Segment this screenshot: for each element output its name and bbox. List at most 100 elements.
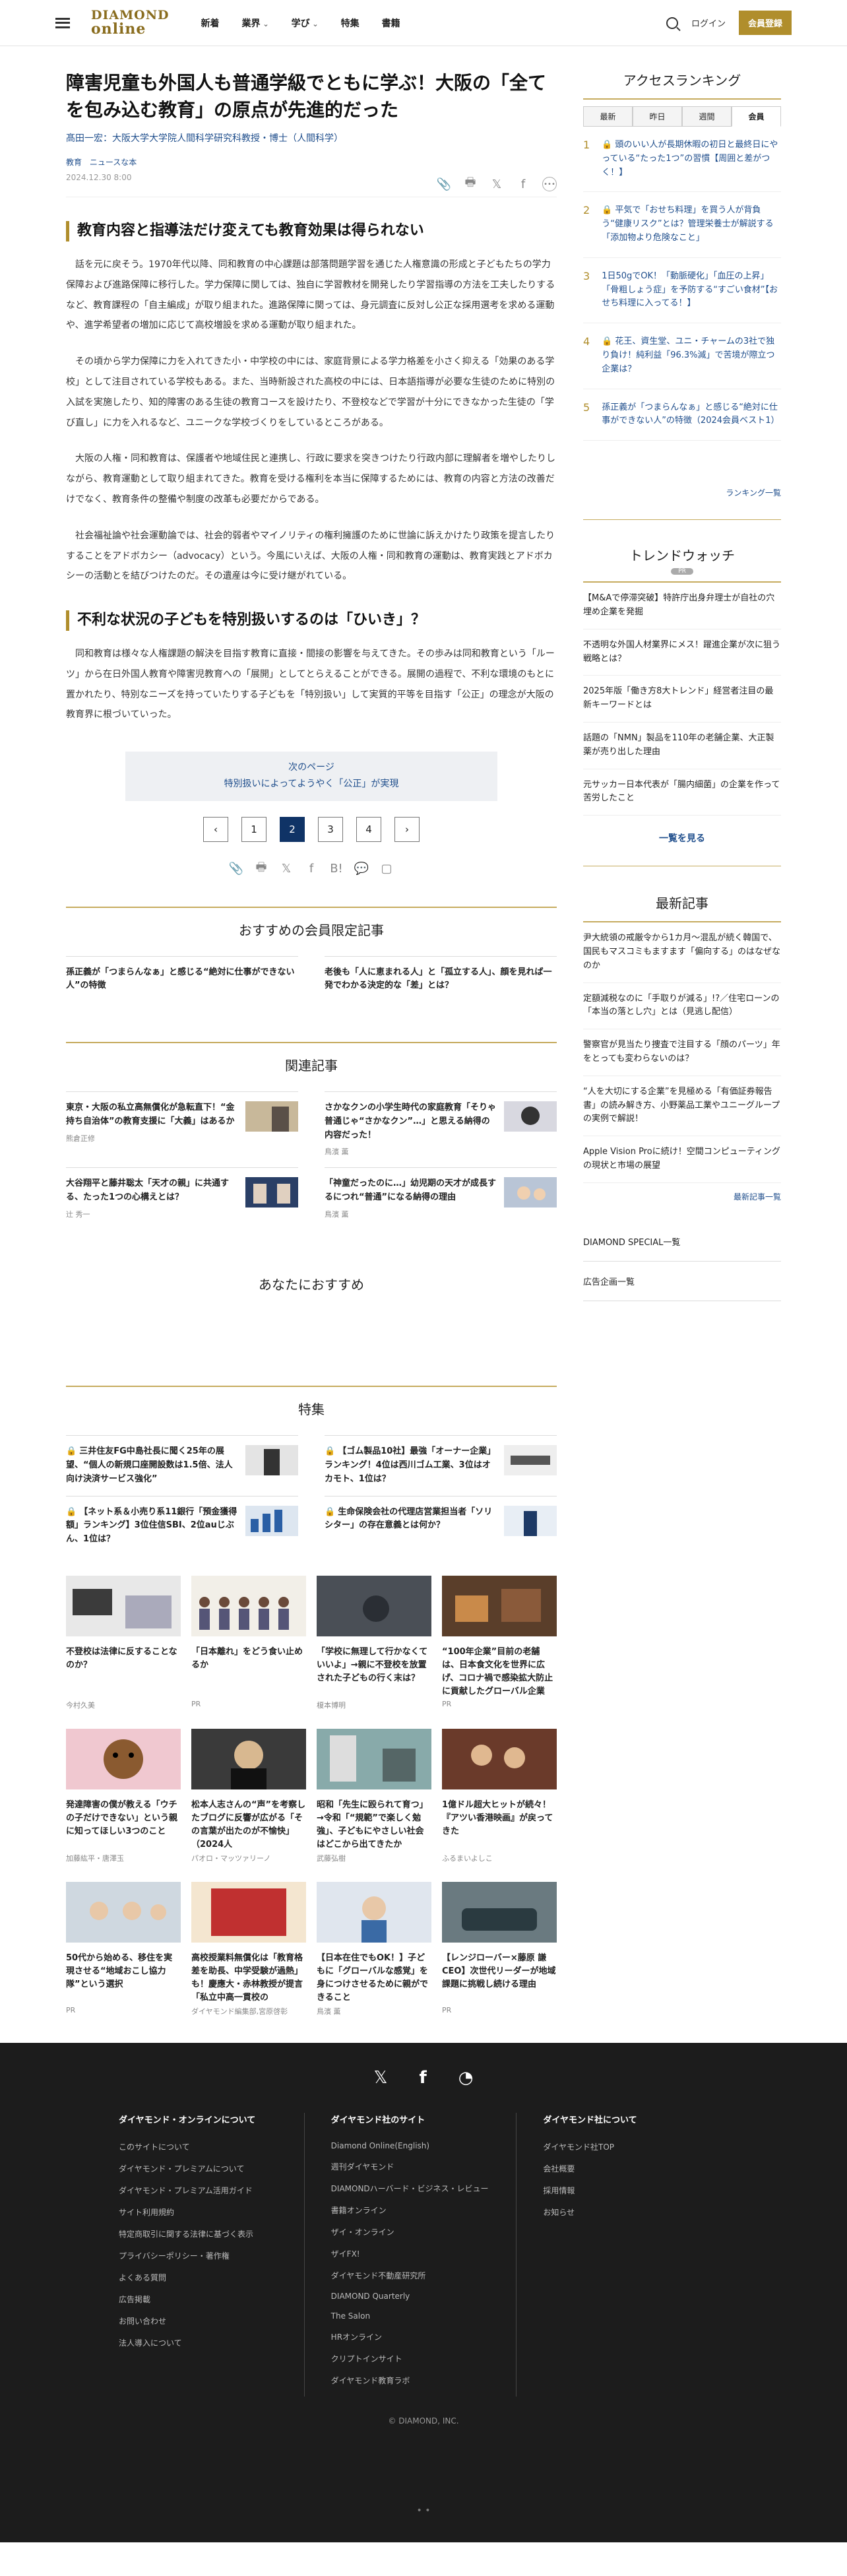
ranking-item[interactable]: 3 1日50gでOK！「動脈硬化」「血圧の上昇」「骨粗しょう症」を予防する“すごい… — [583, 258, 781, 324]
print-icon[interactable]: 🖶 — [463, 176, 478, 191]
list-item[interactable]: 尹大統領の戒厳令から1カ月〜混乱が続く韓国で、国民もマスコミもますます「偏向する… — [583, 922, 781, 983]
list-item[interactable]: 【ゴム製品10社】最強「オーナー企業」ランキング！4位は西川ゴム工業、3位はオカ… — [325, 1435, 557, 1495]
rss-icon[interactable]: ◔ — [458, 2068, 474, 2088]
more-share-icon[interactable]: ••• — [542, 177, 557, 192]
article-card[interactable]: 発達障害の僕が教える「ウチの子だけできない」という親に知ってほしい3つのこと 加藤… — [66, 1729, 181, 1863]
tab-latest[interactable]: 最新 — [583, 106, 633, 127]
ranking-item[interactable]: 5 孫正義が「つまらんなぁ」と感じる“絶対に仕事ができない人”の特徴（2024会員… — [583, 389, 781, 441]
facebook-share-icon[interactable]: f — [304, 862, 319, 876]
x-share-icon[interactable]: 𝕏 — [489, 177, 504, 191]
ranking-item[interactable]: 4 花王、資生堂、ユニ・チャームの3社で独り負け！純利益「96.3%減」で苦境が際… — [583, 323, 781, 389]
article-card[interactable]: 「学校に無理して行かなくていいよ」→親に不登校を放置された子どもの行く末は？ 榎本… — [317, 1576, 431, 1710]
footer-link[interactable]: ザイ・オンライン — [331, 2226, 517, 2238]
special-list-link[interactable]: DIAMOND SPECIAL一覧 — [583, 1222, 781, 1262]
nav-books[interactable]: 書籍 — [382, 16, 400, 30]
list-item[interactable]: 孫正義が「つまらんなぁ」と感じる“絶対に仕事ができない人”の特徴 — [66, 955, 298, 1003]
footer-link[interactable]: DIAMONDハーバード・ビジネス・レビュー — [331, 2183, 517, 2194]
x-icon[interactable]: 𝕏 — [374, 2068, 388, 2088]
trend-more-link[interactable]: 一覧を見る — [583, 831, 781, 867]
page-2-current[interactable]: 2 — [280, 816, 305, 842]
prev-page-icon[interactable]: ‹ — [203, 816, 228, 842]
list-item[interactable]: 警察官が見当たり捜査で注目する「顔のパーツ」年をとっても変わらないのは？ — [583, 1029, 781, 1076]
page-1[interactable]: 1 — [241, 816, 267, 842]
tag-education[interactable]: 教育 — [66, 158, 82, 167]
nav-industry[interactable]: 業界 — [242, 16, 269, 30]
list-item[interactable]: 元サッカー日本代表が「腸内細菌」の企業を作って苦労したこと — [583, 769, 781, 816]
pocket-icon[interactable]: ▢ — [379, 862, 394, 876]
footer-link[interactable]: ダイヤモンド・プレミアムについて — [119, 2163, 304, 2174]
list-item[interactable]: 東京・大阪の私立高無償化が急転直下！“金持ち自治体”の教育支援に「大義」はあるか… — [66, 1091, 298, 1167]
tag-news-book[interactable]: ニュースな本 — [90, 158, 137, 167]
footer-link[interactable]: クリプトインサイト — [331, 2353, 517, 2364]
next-page-box[interactable]: 次のページ 特別扱いによってようやく「公正」が実現 — [125, 752, 497, 801]
list-item[interactable]: 老後も「人に恵まれる人」と「孤立する人」、顔を見れば一発でわかる決定的な「差」と… — [325, 955, 557, 1003]
footer-link[interactable]: ダイヤモンド・プレミアム活用ガイド — [119, 2185, 304, 2196]
facebook-share-icon[interactable]: f — [516, 177, 530, 191]
nav-special[interactable]: 特集 — [341, 16, 360, 30]
nav-learning[interactable]: 学び — [292, 16, 319, 30]
list-item[interactable]: 大谷翔平と藤井聡太「天才の親」に共通する、たった1つの心構えとは？ 辻 秀一 — [66, 1167, 298, 1229]
clip-icon[interactable]: 📎 — [437, 177, 451, 191]
footer-link[interactable]: 書籍オンライン — [331, 2205, 517, 2216]
menu-icon[interactable] — [55, 17, 70, 28]
footer-link[interactable]: ダイヤモンド社TOP — [543, 2141, 728, 2152]
footer-link[interactable]: プライバシーポリシー・著作権 — [119, 2250, 304, 2261]
article-card[interactable]: 不登校は法律に反することなのか？ 今村久美 — [66, 1576, 181, 1710]
article-card[interactable]: 「日本離れ」をどう食い止めるか PR — [191, 1576, 306, 1710]
ad-list-link[interactable]: 広告企画一覧 — [583, 1262, 781, 1301]
list-item[interactable]: 生命保険会社の代理店営業担当者「ソリシター」の存在意義とは何か？ — [325, 1495, 557, 1556]
footer-link[interactable]: The Salon — [331, 2311, 517, 2321]
list-item[interactable]: 【M&Aで停滞突破】特許庁出身弁理士が自社の穴埋め企業を発掘 — [583, 583, 781, 629]
list-item[interactable]: 話題の「NMN」製品を110年の老舗企業、大正製薬が売り出した理由 — [583, 723, 781, 769]
page-4[interactable]: 4 — [356, 816, 381, 842]
footer-link[interactable]: 会社概要 — [543, 2163, 728, 2174]
ranking-item[interactable]: 2 平気で「おせち料理」を買う人が背負う“健康リスク”とは？管理栄養士が解説する「… — [583, 192, 781, 258]
latest-more-link[interactable]: 最新記事一覧 — [583, 1191, 781, 1202]
footer-link[interactable]: サイト利用規約 — [119, 2206, 304, 2218]
footer-link[interactable]: ザイFX! — [331, 2248, 517, 2259]
article-author[interactable]: 髙田一宏：大阪大学大学院人間科学研究科教授・博士（人間科学） — [66, 131, 557, 145]
footer-link[interactable]: 採用情報 — [543, 2185, 728, 2196]
article-card[interactable]: 高校授業料無償化は「教育格差を助長、中学受験が過熱」も！慶應大・赤林教授が提言「… — [191, 1882, 306, 2016]
search-icon[interactable] — [666, 16, 678, 29]
facebook-icon[interactable]: f — [419, 2068, 426, 2088]
footer-link[interactable]: Diamond Online(English) — [331, 2141, 517, 2150]
footer-link[interactable]: このサイトについて — [119, 2141, 304, 2152]
footer-link[interactable]: 週刊ダイヤモンド — [331, 2161, 517, 2172]
article-card[interactable]: 松本人志さんの“声”を考察したブログに反響が広がる「その言葉が出たのが不愉快」（… — [191, 1729, 306, 1863]
list-item[interactable]: 定額減税なのに「手取りが減る」!?／住宅ローンの「本当の落とし穴」とは（見逃し配… — [583, 983, 781, 1030]
login-link[interactable]: ログイン — [691, 16, 726, 29]
join-button[interactable]: 会員登録 — [738, 11, 792, 35]
footer-link[interactable]: HRオンライン — [331, 2331, 517, 2342]
tab-yesterday[interactable]: 昨日 — [633, 106, 682, 127]
tab-weekly[interactable]: 週間 — [682, 106, 732, 127]
hatena-icon[interactable]: B! — [329, 862, 344, 876]
article-card[interactable]: 昭和「先生に殴られて育つ」→令和「“規範”で楽しく勉強」、子どもにやさしい社会は… — [317, 1729, 431, 1863]
list-item[interactable]: Apple Vision Proに続け！空間コンピューティングの現状と市場の展望 — [583, 1136, 781, 1183]
list-item[interactable]: 三井住友FG中島社長に聞く25年の展望、“個人の新規口座開設数は1.5倍、法人向… — [66, 1435, 298, 1495]
article-card[interactable]: 1億ドル超大ヒットが続々！『アツい香港映画』が戻ってきた ふるまいよしこ — [442, 1729, 557, 1863]
footer-link[interactable]: よくある質問 — [119, 2272, 304, 2283]
clip-icon[interactable]: 📎 — [229, 862, 243, 876]
print-icon[interactable]: 🖶 — [254, 860, 268, 876]
page-3[interactable]: 3 — [318, 816, 343, 842]
footer-link[interactable]: DIAMOND Quarterly — [331, 2292, 517, 2301]
footer-link[interactable]: 法人導入について — [119, 2337, 304, 2348]
article-card[interactable]: 50代から始める、移住を実現させる“地域おこし協力隊”という選択 PR — [66, 1882, 181, 2016]
next-page-icon[interactable]: › — [394, 816, 420, 842]
tab-members[interactable]: 会員 — [732, 106, 781, 127]
list-item[interactable]: さかなクンの小学生時代の家庭教育「そりゃ普通じゃ“さかなクン”…」と思える納得の… — [325, 1091, 557, 1167]
footer-link[interactable]: 広告掲載 — [119, 2294, 304, 2305]
article-card[interactable]: “100年企業”目前の老舗は、日本食文化を世界に広げ、コロナ禍で感染拡大防止に貢… — [442, 1576, 557, 1710]
footer-link[interactable]: お問い合わせ — [119, 2315, 304, 2327]
list-item[interactable]: 2025年版「働き方8大トレンド」経営者注目の最新キーワードとは — [583, 676, 781, 723]
footer-link[interactable]: ダイヤモンド不動産研究所 — [331, 2270, 517, 2281]
footer-link[interactable]: お知らせ — [543, 2206, 728, 2218]
list-item[interactable]: 不透明な外国人材業界にメス！躍進企業が次に狙う戦略とは？ — [583, 629, 781, 676]
list-item[interactable]: 【ネット系＆小売り系11銀行「預金獲得額」ランキング】3位住信SBI、2位auじ… — [66, 1495, 298, 1556]
list-item[interactable]: 「神童だったのに…」幼児期の天才が成長するにつれ“普通”になる納得の理由 鳥濱 薫 — [325, 1167, 557, 1229]
ranking-item[interactable]: 1 頭のいい人が長期休暇の初日と最終日にやっている“たった1つ”の習慣【周囲と差が… — [583, 127, 781, 193]
ranking-more-link[interactable]: ランキング一覧 — [583, 487, 781, 521]
site-logo[interactable]: DIAMOND online — [91, 9, 170, 37]
footer-link[interactable]: ダイヤモンド教育ラボ — [331, 2375, 517, 2386]
